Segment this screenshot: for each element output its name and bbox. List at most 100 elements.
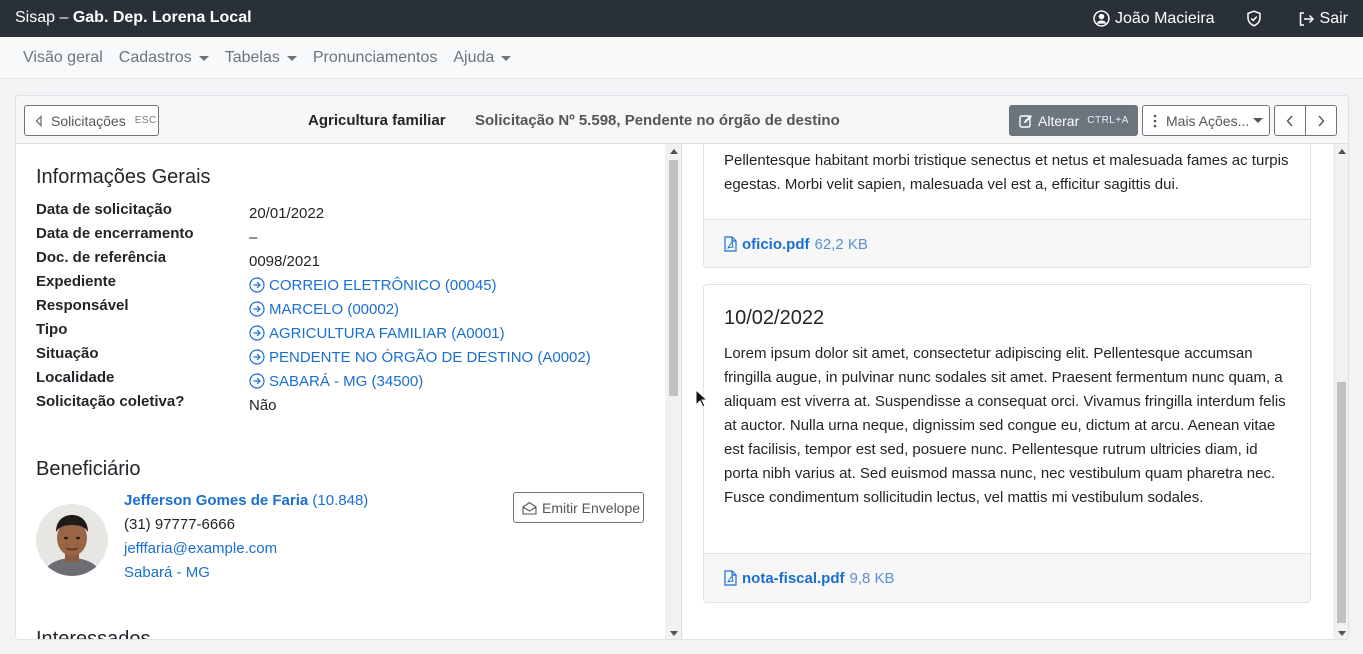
attachment-row: nota-fiscal.pdf 9,8 KB [704,553,1310,602]
edit-button[interactable]: Alterar CTRL+A [1009,105,1138,136]
menu-pronunciamentos[interactable]: Pronunciamentos [305,49,446,67]
menu-label: Pronunciamentos [312,49,438,66]
info-value: 20/01/2022 [249,204,325,222]
entry-text: Pellentesque habitant morbi tristique se… [724,152,1289,193]
back-label: Solicitações [51,112,126,129]
info-row: Data de encerramento – [36,225,257,249]
general-info-heading: Informações Gerais [36,166,211,188]
menu-label: Ajuda [453,49,495,66]
menu-label: Tabelas [224,49,280,66]
edit-icon [1019,114,1032,128]
file-pdf-icon [724,236,737,252]
menu-ajuda[interactable]: Ajuda [445,49,519,67]
menu-cadastros[interactable]: Cadastros [111,49,217,67]
menu-tabelas[interactable]: Tabelas [217,49,305,67]
card-header: Solicitações ESC Agricultura familiar So… [16,96,1348,144]
beneficiary-phone: (31) 97777-6666 [124,516,235,533]
edit-label: Alterar [1038,112,1080,129]
info-value: Não [249,396,277,414]
caret-down-icon [1253,118,1264,123]
info-label: Tipo [36,321,68,338]
menu-label: Visão geral [23,49,103,66]
beneficiary-name-link[interactable]: Jefferson Gomes de Faria [124,492,308,509]
more-actions-label: Mais Ações... [1166,112,1250,129]
request-subtitle: Solicitação Nº 5.598, Pendente no órgão … [475,112,840,129]
arrow-circle-right-icon [249,325,265,341]
caret-down-icon [501,55,512,61]
history-scrollbar[interactable] [1333,144,1348,639]
attachment-link[interactable]: oficio.pdf [742,236,810,253]
situacao-link[interactable]: PENDENTE NO ÓRGÃO DE DESTINO (A0002) [249,345,591,369]
request-title: Agricultura familiar [308,112,446,129]
brand-separator: – [55,9,73,26]
arrow-circle-right-icon [249,301,265,317]
chevron-right-icon [1318,115,1325,126]
attachment-row: oficio.pdf 62,2 KB [704,219,1310,267]
user-menu[interactable]: João Macieira [1078,0,1230,37]
responsavel-link[interactable]: MARCELO (00002) [249,297,399,321]
chevron-left-icon [35,114,42,127]
arrow-circle-right-icon [249,277,265,293]
history-entry: Pellentesque habitant morbi tristique se… [703,144,1311,268]
history-entry: 10/02/2022 Lorem ipsum dolor sit amet, c… [703,284,1311,603]
interested-heading: Interessados [36,628,151,640]
more-actions-button[interactable]: Mais Ações... [1142,105,1270,136]
attachment-link[interactable]: nota-fiscal.pdf [742,570,845,587]
envelope-label: Emitir Envelope [542,499,641,516]
info-label: Doc. de referência [36,249,167,266]
user-circle-icon [1093,10,1110,27]
scroll-down-arrow[interactable] [1338,631,1346,636]
info-label: Expediente [36,273,117,290]
link-text: SABARÁ - MG (34500) [269,372,424,390]
info-label: Situação [36,345,99,362]
link-text: PENDENTE NO ÓRGÃO DE DESTINO (A0002) [269,348,591,366]
office-name: Gab. Dep. Lorena Local [72,9,252,26]
info-label: Responsável [36,297,129,314]
scroll-thumb[interactable] [669,160,678,396]
expediente-link[interactable]: CORREIO ELETRÔNICO (00045) [249,273,497,297]
app-name: Sisap [15,9,56,26]
app-brand[interactable]: Sisap – Gab. Dep. Lorena Local [15,9,252,27]
entry-text: Lorem ipsum dolor sit amet, consectetur … [724,345,1286,506]
logout-icon [1299,11,1314,26]
next-button[interactable] [1305,105,1337,136]
beneficiary-id: (10.848) [312,492,369,509]
beneficiary-email-link[interactable]: jefffaria@example.com [124,540,277,557]
entry-date: 10/02/2022 [724,307,825,329]
info-row: Expediente CORREIO ELETRÔNICO (00045) [36,273,497,297]
link-text: AGRICULTURA FAMILIAR (A0001) [269,324,505,342]
info-label: Solicitação coletiva? [36,393,185,410]
arrow-circle-right-icon [249,349,265,365]
shortcut-hint: ESC [134,115,157,126]
info-row: Data de solicitação 20/01/2022 [36,201,324,225]
scroll-up-arrow[interactable] [1338,149,1346,154]
caret-down-icon [286,55,297,61]
menu-visao-geral[interactable]: Visão geral [15,49,111,67]
info-row: Situação PENDENTE NO ÓRGÃO DE DESTINO (A0… [36,345,591,369]
envelope-open-icon [522,501,537,515]
history-pane: Pellentesque habitant morbi tristique se… [683,144,1348,639]
logout-label: Sair [1319,9,1348,27]
main-menu: Visão geral Cadastros Tabelas Pronunciam… [0,37,1363,79]
attachment-size: 9,8 KB [849,569,895,587]
shield-check-icon [1246,10,1261,27]
scroll-down-arrow[interactable] [670,631,678,636]
scroll-thumb[interactable] [1337,382,1346,623]
logout-button[interactable]: Sair [1283,0,1363,37]
localidade-link[interactable]: SABARÁ - MG (34500) [249,369,423,393]
info-value: 0098/2021 [249,252,320,270]
beneficiary-city-link[interactable]: Sabará - MG [124,564,210,581]
back-to-requests-button[interactable]: Solicitações ESC [24,105,159,136]
chevron-left-icon [1286,115,1293,126]
security-button[interactable] [1230,0,1283,37]
scroll-up-arrow[interactable] [670,149,678,154]
tipo-link[interactable]: AGRICULTURA FAMILIAR (A0001) [249,321,505,345]
info-row: Tipo AGRICULTURA FAMILIAR (A0001) [36,321,505,345]
kebab-icon [1153,114,1157,127]
caret-down-icon [198,55,209,61]
emit-envelope-button[interactable]: Emitir Envelope [513,492,644,523]
top-navbar: Sisap – Gab. Dep. Lorena Local João Maci… [0,0,1363,37]
details-scrollbar[interactable] [665,144,681,639]
info-label: Data de solicitação [36,201,172,218]
previous-button[interactable] [1274,105,1306,136]
